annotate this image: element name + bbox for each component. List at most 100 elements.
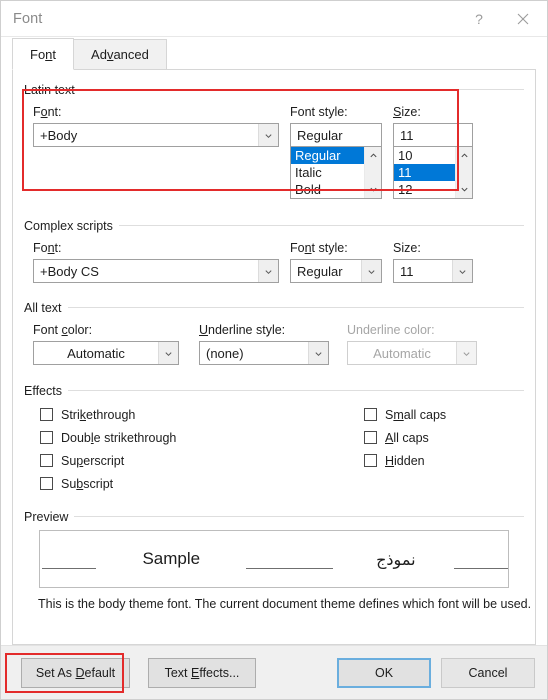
preview-rule-middle xyxy=(246,568,334,569)
group-complex-scripts: Complex scripts Font: +Body CS Font styl… xyxy=(24,217,524,293)
chevron-down-icon[interactable] xyxy=(452,260,472,282)
chevron-down-icon[interactable] xyxy=(258,124,278,146)
preview-rule-left xyxy=(42,568,97,569)
group-divider-effects xyxy=(24,390,524,391)
preview-note: This is the body theme font. The current… xyxy=(38,597,532,611)
latin-size-scrollbar[interactable] xyxy=(455,147,472,198)
group-divider-all-text xyxy=(24,307,524,308)
font-color-field: Font color: Automatic xyxy=(33,323,179,365)
preview-sample-latin: Sample xyxy=(142,549,201,568)
checkbox-box[interactable] xyxy=(364,454,377,467)
group-label-latin-text: Latin text xyxy=(24,83,81,97)
group-label-preview: Preview xyxy=(24,510,75,524)
list-item[interactable]: Bold xyxy=(291,181,364,198)
checkbox-hidden[interactable]: Hidden xyxy=(364,449,524,472)
underline-color-value: Automatic xyxy=(373,345,431,361)
list-item[interactable]: Italic xyxy=(291,164,364,181)
scroll-down-icon[interactable] xyxy=(456,181,472,198)
preview-rule-right xyxy=(453,568,508,569)
font-color-value: Automatic xyxy=(67,345,125,361)
group-preview: Preview Sample نموذج This is the body th… xyxy=(24,508,532,611)
checkbox-label: All caps xyxy=(385,430,429,445)
checkbox-box[interactable] xyxy=(364,431,377,444)
text-effects-button[interactable]: Text Effects... xyxy=(148,657,256,688)
tab-font-label: Font xyxy=(30,46,57,62)
underline-style-label: Underline style: xyxy=(199,323,286,337)
tab-advanced[interactable]: Advanced xyxy=(73,39,167,70)
checkbox-box[interactable] xyxy=(40,431,53,444)
close-icon[interactable] xyxy=(501,1,545,36)
cs-font-field: Font: +Body CS xyxy=(33,241,279,283)
checkbox-subscript[interactable]: Subscript xyxy=(40,472,364,495)
checkbox-label: Hidden xyxy=(385,453,425,468)
underline-style-combobox[interactable]: (none) xyxy=(199,341,329,365)
group-label-effects: Effects xyxy=(24,384,68,398)
latin-size-label: Size: xyxy=(393,105,421,119)
chevron-down-icon[interactable] xyxy=(158,342,178,364)
set-as-default-label: Set As Default xyxy=(35,665,116,680)
title-bar: Font ? xyxy=(1,1,547,37)
latin-font-label: Font: xyxy=(33,105,62,119)
preview-sample-complex: نموذج xyxy=(376,549,416,569)
chevron-down-icon[interactable] xyxy=(308,342,328,364)
set-as-default-button[interactable]: Set As Default xyxy=(21,657,130,688)
scroll-up-icon[interactable] xyxy=(365,147,381,164)
checkbox-small-caps[interactable]: Small caps xyxy=(364,403,524,426)
scroll-down-icon[interactable] xyxy=(365,181,381,198)
checkbox-box[interactable] xyxy=(40,454,53,467)
cs-font-combobox[interactable]: +Body CS xyxy=(33,259,279,283)
ok-button[interactable]: OK xyxy=(337,657,431,688)
latin-size-field: Size: 11 10 11 12 xyxy=(393,105,473,199)
latin-font-value: +Body xyxy=(40,127,78,143)
font-dialog: Font ? Font Advanced Latin text Font: +B… xyxy=(0,0,548,700)
latin-font-combobox[interactable]: +Body xyxy=(33,123,279,147)
checkbox-superscript[interactable]: Superscript xyxy=(40,449,364,472)
latin-size-listbox[interactable]: 10 11 12 xyxy=(393,147,473,199)
cs-font-style-label: Font style: xyxy=(290,241,348,255)
checkbox-label: Strikethrough xyxy=(61,407,136,422)
list-item[interactable]: 11 xyxy=(394,164,455,181)
chevron-down-icon[interactable] xyxy=(258,260,278,282)
latin-font-style-listbox[interactable]: Regular Italic Bold xyxy=(290,147,382,199)
cs-font-label: Font: xyxy=(33,241,62,255)
checkbox-double-strikethrough[interactable]: Double strikethrough xyxy=(40,426,364,449)
group-label-complex-scripts: Complex scripts xyxy=(24,219,119,233)
cs-font-value: +Body CS xyxy=(40,263,99,279)
checkbox-box[interactable] xyxy=(40,408,53,421)
dialog-body: Latin text Font: +Body Font style: Regul… xyxy=(12,70,536,645)
effects-right-column: Small caps All caps Hidden xyxy=(364,403,524,495)
list-item[interactable]: 10 xyxy=(394,147,455,164)
cancel-button[interactable]: Cancel xyxy=(441,657,535,688)
checkbox-label: Superscript xyxy=(61,453,125,468)
group-divider-preview xyxy=(24,516,524,517)
group-effects: Effects Strikethrough Double strikethrou… xyxy=(24,382,524,502)
checkbox-strikethrough[interactable]: Strikethrough xyxy=(40,403,364,426)
chevron-down-icon[interactable] xyxy=(361,260,381,282)
group-label-all-text: All text xyxy=(24,301,68,315)
tab-font[interactable]: Font xyxy=(12,38,75,70)
cs-font-style-value: Regular xyxy=(297,263,343,279)
underline-color-combobox[interactable]: Automatic xyxy=(347,341,477,365)
latin-size-input[interactable]: 11 xyxy=(393,123,473,147)
group-divider-latin xyxy=(24,89,524,90)
underline-color-label: Underline color: xyxy=(347,323,435,337)
preview-box: Sample نموذج xyxy=(39,530,509,588)
scroll-up-icon[interactable] xyxy=(456,147,472,164)
group-all-text: All text Font color: Automatic Underline… xyxy=(24,299,524,376)
checkbox-box[interactable] xyxy=(40,477,53,490)
cs-font-style-combobox[interactable]: Regular xyxy=(290,259,382,283)
group-latin-text: Latin text Font: +Body Font style: Regul… xyxy=(24,81,524,211)
list-item[interactable]: Regular xyxy=(291,147,364,164)
window-title: Font xyxy=(13,10,43,27)
question-mark-icon[interactable]: ? xyxy=(457,1,501,36)
font-color-combobox[interactable]: Automatic xyxy=(33,341,179,365)
cs-size-combobox[interactable]: 11 xyxy=(393,259,473,283)
checkbox-box[interactable] xyxy=(364,408,377,421)
list-item[interactable]: 12 xyxy=(394,181,455,198)
latin-font-style-label: Font style: xyxy=(290,105,348,119)
cancel-label: Cancel xyxy=(468,665,508,680)
checkbox-all-caps[interactable]: All caps xyxy=(364,426,524,449)
effects-left-column: Strikethrough Double strikethrough Super… xyxy=(24,403,364,495)
latin-font-style-input[interactable]: Regular xyxy=(290,123,382,147)
latin-font-style-scrollbar[interactable] xyxy=(364,147,381,198)
